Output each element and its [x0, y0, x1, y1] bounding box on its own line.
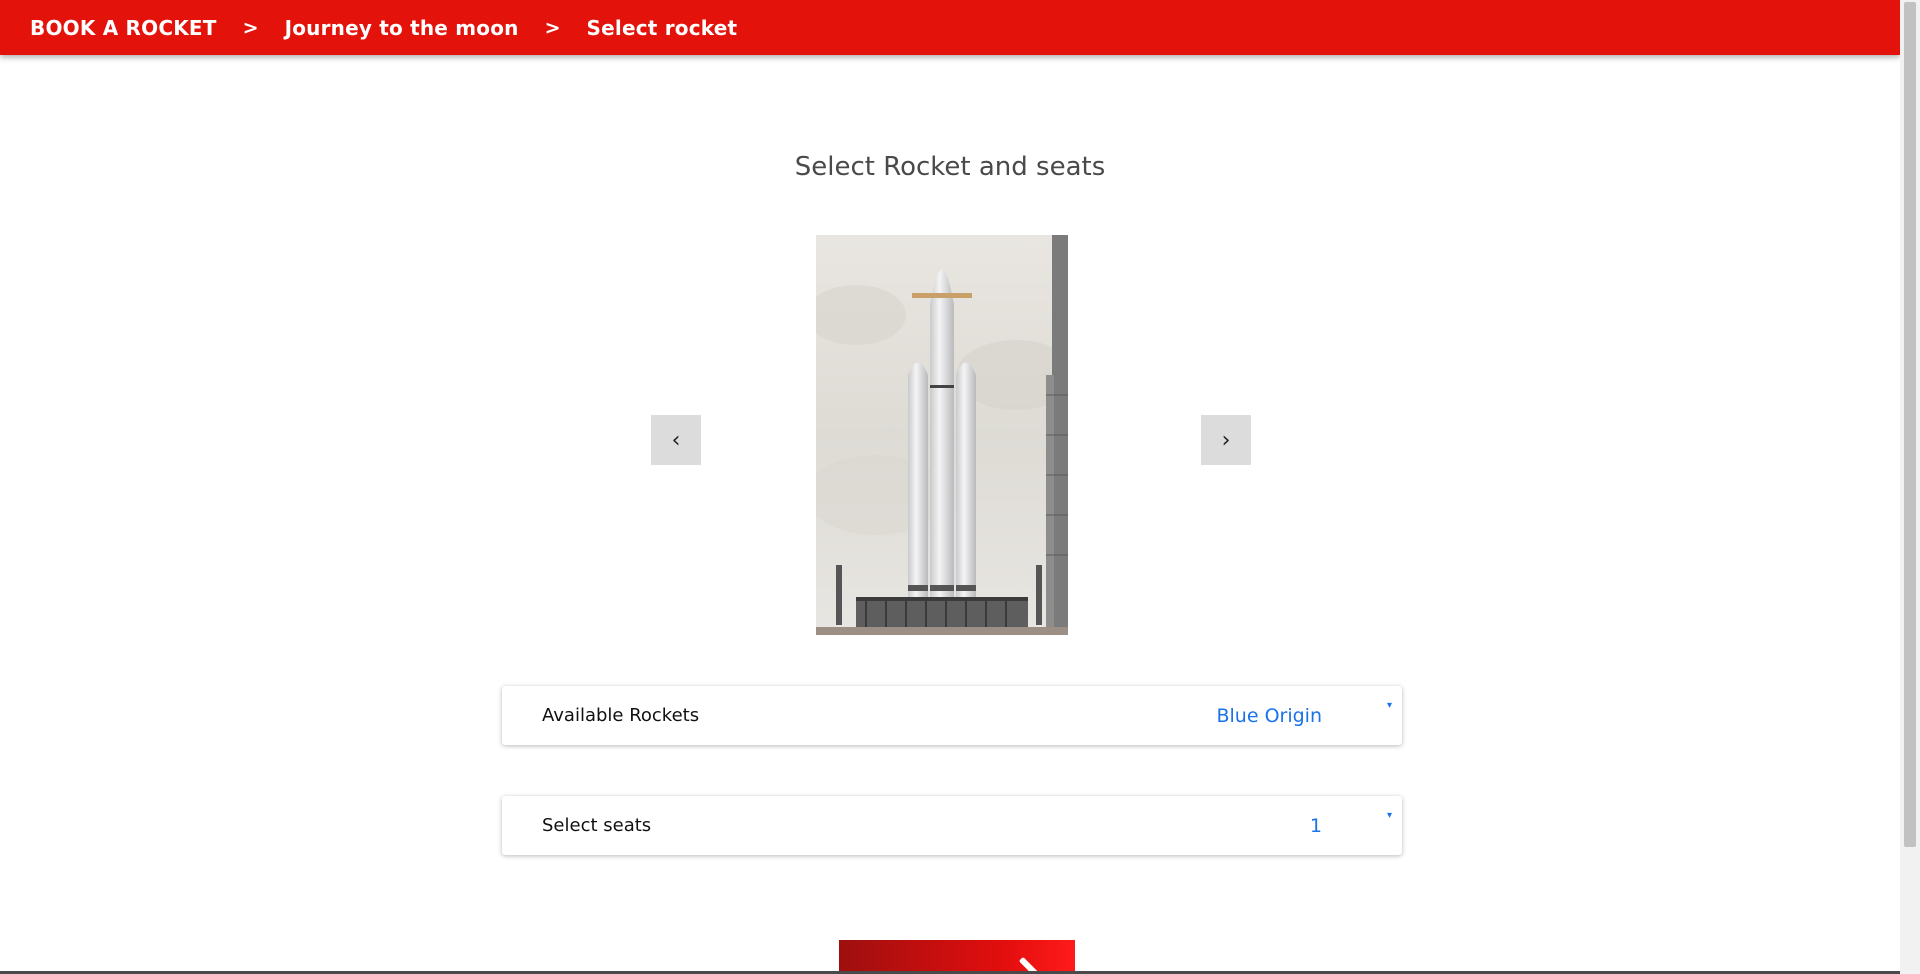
- rocket-select-value[interactable]: Blue Origin: [1216, 686, 1322, 745]
- chevron-down-icon[interactable]: ▾: [1387, 700, 1392, 711]
- seats-select-value[interactable]: 1: [1310, 796, 1322, 855]
- browser-viewport: BOOK A ROCKET > Journey to the moon > Se…: [0, 0, 1920, 974]
- carousel-next-button[interactable]: ›: [1201, 415, 1251, 465]
- carousel-prev-button[interactable]: ‹: [651, 415, 701, 465]
- rocket-illustration: [816, 235, 1068, 635]
- vertical-scrollbar[interactable]: [1900, 0, 1920, 974]
- breadcrumb: BOOK A ROCKET > Journey to the moon > Se…: [0, 0, 1900, 55]
- breadcrumb-item-book-a-rocket[interactable]: BOOK A ROCKET: [30, 16, 217, 40]
- breadcrumb-separator: >: [544, 16, 561, 39]
- breadcrumb-separator: >: [242, 16, 259, 39]
- breadcrumb-item-journey[interactable]: Journey to the moon: [285, 16, 519, 40]
- breadcrumb-item-select-rocket: Select rocket: [586, 15, 738, 40]
- chevron-left-icon: ‹: [671, 427, 681, 453]
- continue-button[interactable]: [839, 940, 1075, 974]
- rocket-select[interactable]: Available Rockets Blue Origin ▾: [502, 686, 1402, 745]
- scrollbar-thumb[interactable]: [1904, 2, 1916, 847]
- chevron-right-icon: ›: [1221, 427, 1231, 453]
- page-content: BOOK A ROCKET > Journey to the moon > Se…: [0, 0, 1900, 974]
- page-title: Select Rocket and seats: [794, 152, 1106, 182]
- rocket-select-label: Available Rockets: [542, 705, 700, 726]
- seats-select-label: Select seats: [542, 815, 652, 836]
- chevron-down-icon[interactable]: ▾: [1387, 810, 1392, 821]
- rocket-image: [816, 235, 1068, 635]
- seats-select[interactable]: Select seats 1 ▾: [502, 796, 1402, 855]
